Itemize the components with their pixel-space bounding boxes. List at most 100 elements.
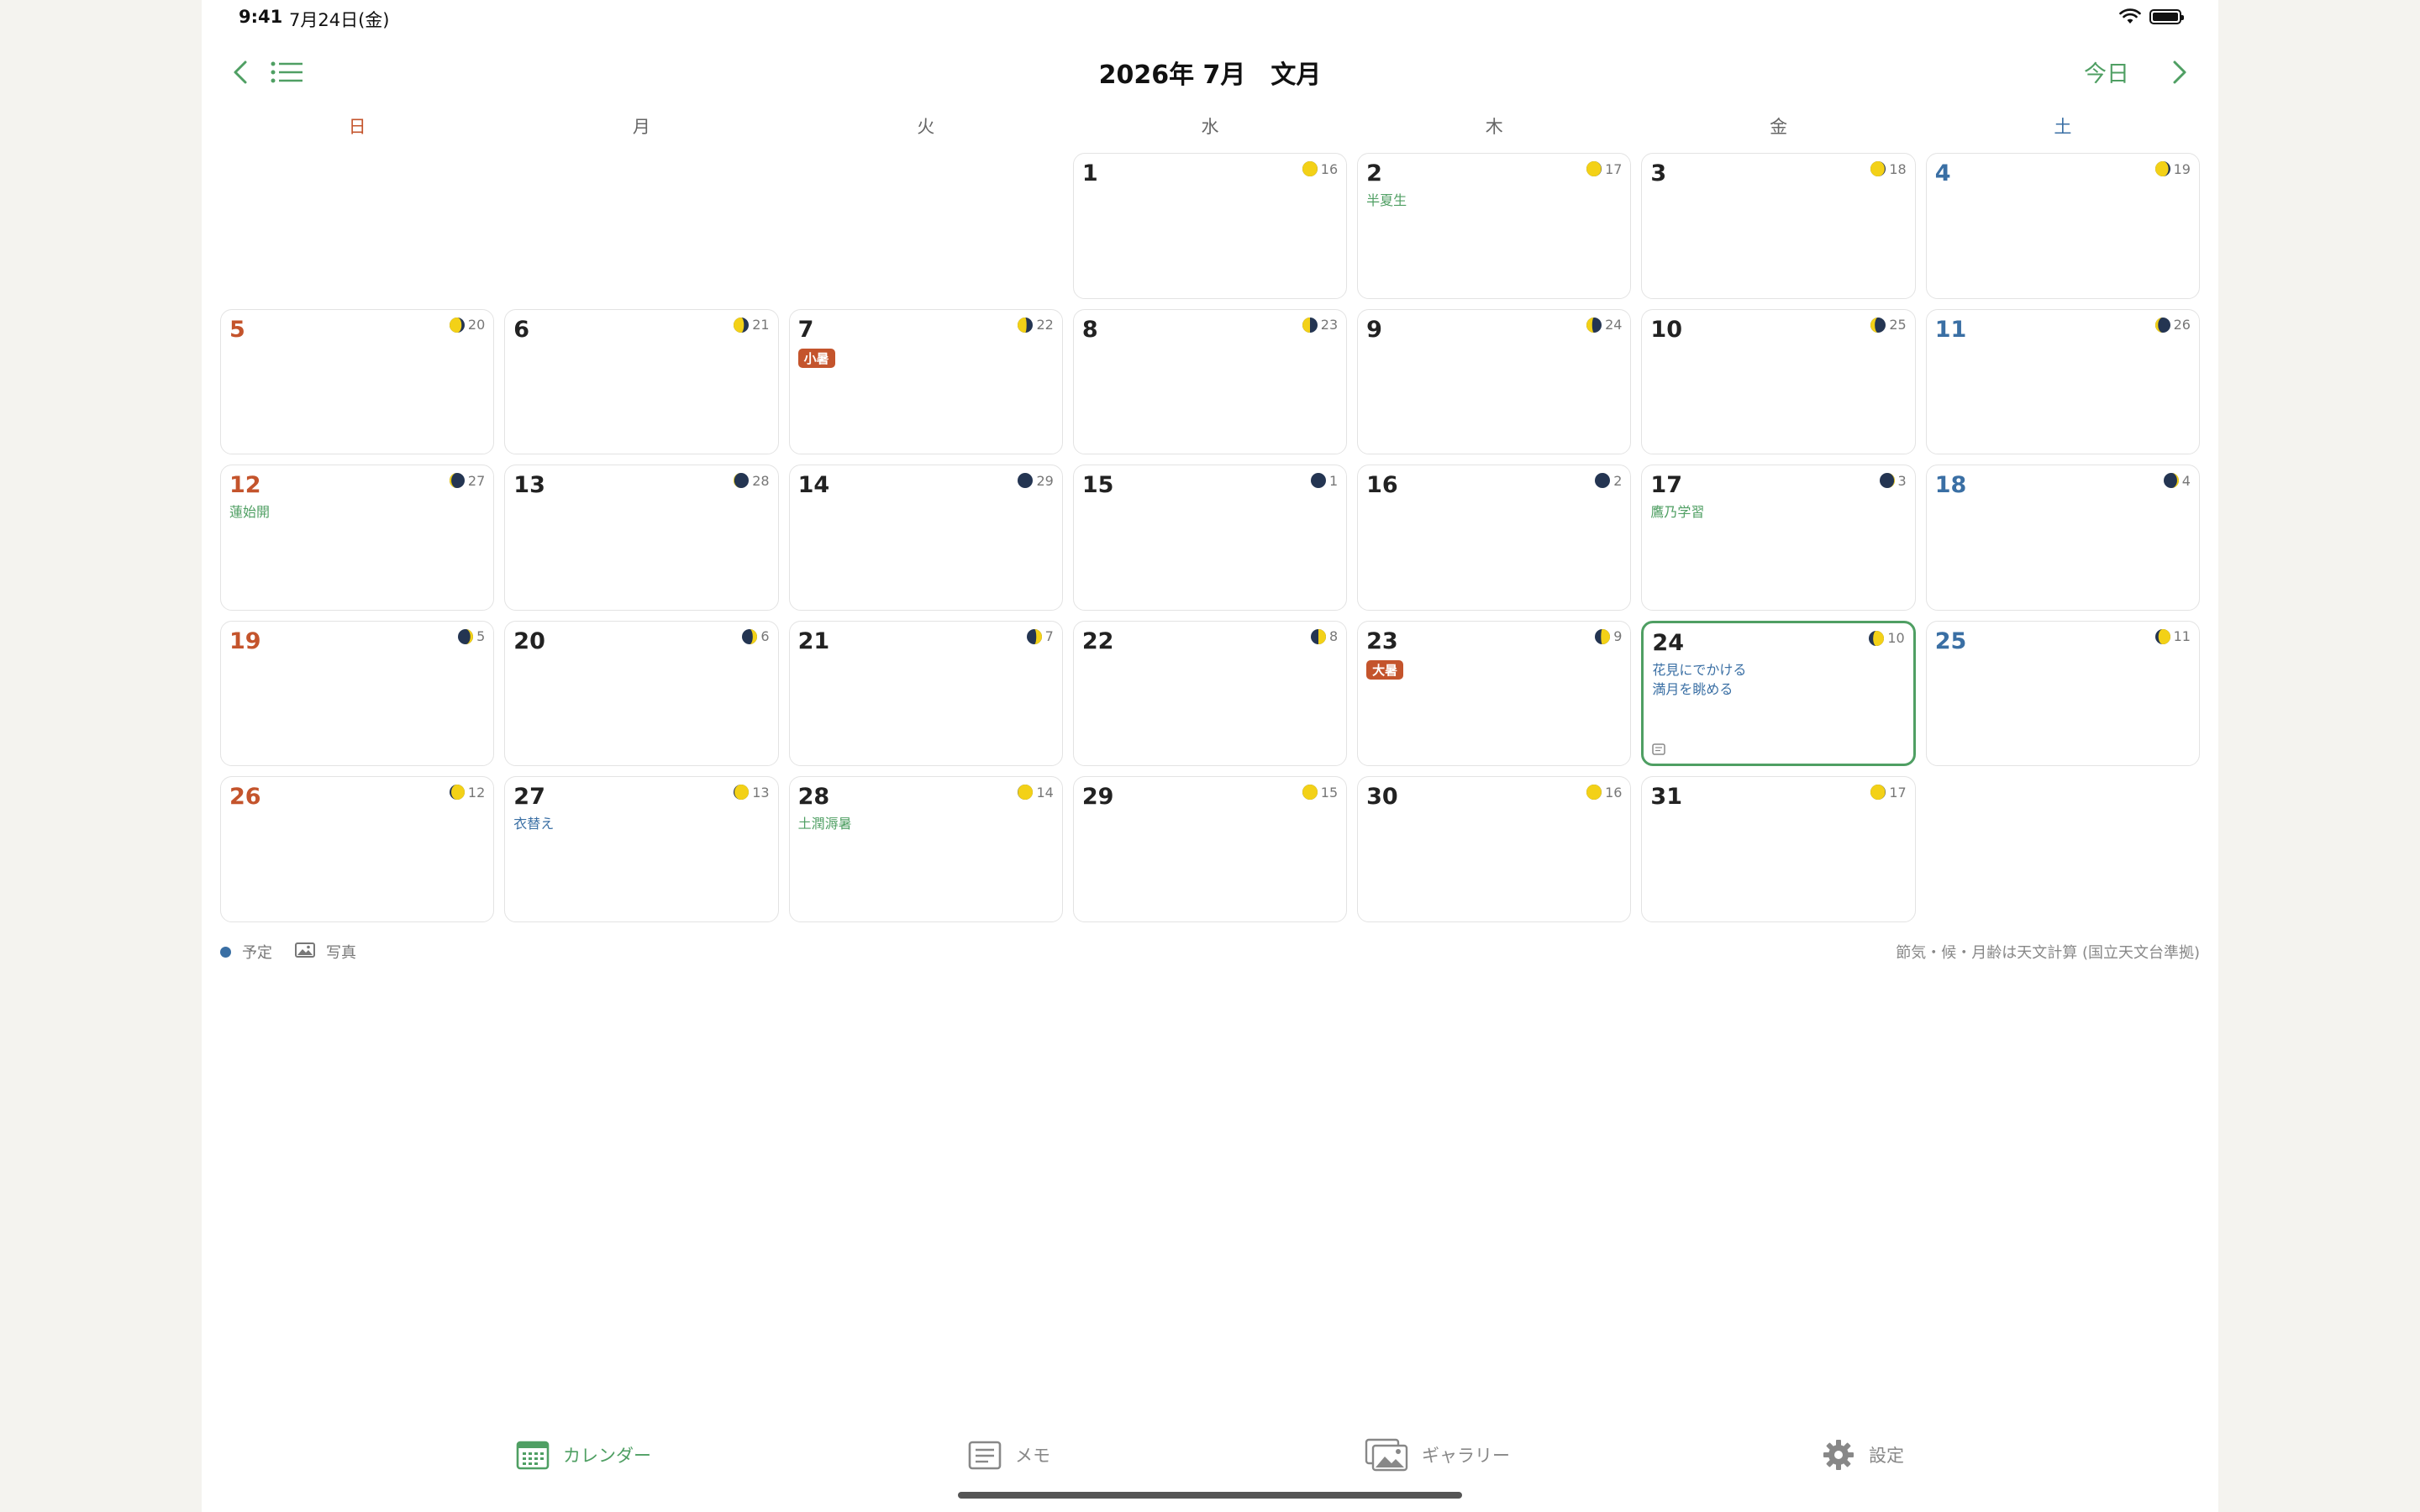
moon-age-value: 24 bbox=[1605, 317, 1623, 333]
day-cell[interactable]: 16 2 bbox=[1357, 465, 1632, 611]
today-button[interactable]: 今日 bbox=[2084, 55, 2129, 88]
moon-phase-icon bbox=[449, 473, 465, 489]
weekday-label: 木 bbox=[1485, 117, 1503, 137]
day-cell[interactable]: 3 18 bbox=[1641, 153, 1916, 299]
day-cell[interactable]: 21 7 bbox=[788, 620, 1063, 767]
cell-notes: 小暑 bbox=[797, 347, 1055, 368]
day-cell[interactable]: 27 13 衣替え bbox=[504, 776, 779, 922]
moon-phase-icon bbox=[2163, 473, 2179, 489]
day-cell[interactable]: 19 5 bbox=[220, 620, 495, 767]
next-month-button[interactable] bbox=[2163, 57, 2193, 87]
moon-phase-icon bbox=[1302, 785, 1318, 801]
moon-age: 1 bbox=[1310, 472, 1338, 489]
moon-phase-icon bbox=[1870, 785, 1886, 801]
moon-phase-icon bbox=[1018, 785, 1034, 801]
moon-age-value: 7 bbox=[1044, 628, 1054, 645]
moon-phase-icon bbox=[1586, 785, 1602, 801]
calendar-grid: 1 16 2 17 半夏生 3 18 4 19 5 20 6 21 7 22 小暑 8 23 9 24 10 25 11 26… bbox=[220, 153, 2200, 922]
battery-icon bbox=[2149, 9, 2184, 24]
day-cell[interactable]: 25 11 bbox=[1925, 620, 2200, 767]
day-cell[interactable]: 9 24 bbox=[1357, 308, 1632, 455]
page-title: 2026年 7月 文月 bbox=[1098, 60, 1322, 90]
day-cell[interactable]: 2 17 半夏生 bbox=[1357, 153, 1632, 299]
day-number: 30 bbox=[1366, 784, 1398, 811]
day-number: 10 bbox=[1650, 316, 1682, 343]
day-cell[interactable]: 10 25 bbox=[1641, 308, 1916, 455]
moon-age: 26 bbox=[2154, 317, 2191, 333]
moon-phase-icon bbox=[734, 785, 750, 801]
day-cell[interactable]: 15 1 bbox=[1072, 465, 1348, 611]
day-cell[interactable]: 1 16 bbox=[1072, 153, 1348, 299]
moon-phase-icon bbox=[1018, 473, 1034, 489]
day-cell[interactable]: 17 3 鷹乃学習 bbox=[1641, 465, 1916, 611]
moon-phase-icon bbox=[1018, 317, 1034, 333]
wifi-icon bbox=[2119, 8, 2141, 24]
moon-age: 21 bbox=[733, 317, 770, 333]
photo-icon bbox=[295, 942, 315, 958]
moon-age-value: 16 bbox=[1320, 160, 1339, 177]
day-number: 13 bbox=[513, 472, 545, 499]
day-cell[interactable]: 23 9 大暑 bbox=[1357, 620, 1632, 767]
moon-age-value: 16 bbox=[1605, 784, 1623, 801]
day-number: 7 bbox=[797, 316, 814, 343]
day-cell[interactable]: 31 17 bbox=[1641, 776, 1916, 922]
moon-phase-icon bbox=[1310, 628, 1326, 644]
day-cell[interactable]: 8 23 bbox=[1072, 308, 1348, 455]
cell-notes: 鷹乃学習 bbox=[1650, 502, 1907, 522]
moon-age-value: 5 bbox=[476, 628, 486, 645]
event-note: 花見にでかける bbox=[1652, 661, 1747, 678]
day-cell-today[interactable]: 24 10 花見にでかける 満月を眺める bbox=[1641, 620, 1916, 767]
moon-age-value: 13 bbox=[752, 784, 770, 801]
day-cell[interactable]: 6 21 bbox=[504, 308, 779, 455]
moon-phase-icon bbox=[2154, 628, 2170, 644]
moon-age: 17 bbox=[1870, 784, 1907, 801]
day-cell[interactable]: 30 16 bbox=[1357, 776, 1632, 922]
moon-age: 3 bbox=[1879, 472, 1907, 489]
moon-age-value: 4 bbox=[2181, 472, 2191, 489]
moon-age: 11 bbox=[2154, 628, 2191, 645]
day-cell[interactable]: 7 22 小暑 bbox=[788, 308, 1063, 455]
empty-cell bbox=[789, 153, 1063, 299]
day-number: 4 bbox=[1934, 160, 1951, 186]
moon-age: 7 bbox=[1026, 628, 1054, 645]
day-cell[interactable]: 28 14 土潤溽暑 bbox=[788, 776, 1063, 922]
day-cell[interactable]: 14 29 bbox=[788, 465, 1063, 611]
moon-age-value: 12 bbox=[467, 784, 486, 801]
moon-age: 17 bbox=[1586, 160, 1622, 177]
event-note: 衣替え bbox=[513, 816, 555, 832]
day-number: 24 bbox=[1652, 629, 1684, 656]
tab-calendar[interactable]: カレンダー bbox=[516, 1436, 651, 1473]
day-cell[interactable]: 11 26 bbox=[1925, 308, 2200, 455]
day-number: 12 bbox=[229, 472, 261, 499]
day-cell[interactable]: 22 8 bbox=[1072, 620, 1348, 767]
moon-phase-icon bbox=[1870, 317, 1886, 333]
day-number: 8 bbox=[1081, 316, 1098, 343]
moon-age: 27 bbox=[449, 472, 485, 489]
moon-age-value: 11 bbox=[2173, 628, 2191, 645]
day-cell[interactable]: 18 4 bbox=[1925, 465, 2200, 611]
tab-settings[interactable]: 設定 bbox=[1822, 1436, 1904, 1473]
day-cell[interactable]: 4 19 bbox=[1925, 153, 2200, 299]
gear-icon bbox=[1823, 1440, 1854, 1470]
moon-age-value: 10 bbox=[1887, 630, 1905, 647]
moon-age-value: 21 bbox=[752, 317, 770, 333]
day-cell[interactable]: 20 6 bbox=[504, 620, 779, 767]
day-cell[interactable]: 5 20 bbox=[220, 308, 495, 455]
day-number: 18 bbox=[1934, 472, 1967, 499]
day-cell[interactable]: 13 28 bbox=[504, 465, 779, 611]
moon-phase-icon bbox=[1302, 161, 1318, 176]
moon-age-value: 3 bbox=[1897, 472, 1907, 489]
moon-phase-icon bbox=[2154, 161, 2170, 176]
tab-gallery[interactable]: ギャラリー bbox=[1365, 1436, 1510, 1473]
day-cell[interactable]: 29 15 bbox=[1072, 776, 1348, 922]
day-cell[interactable]: 26 12 bbox=[220, 776, 495, 922]
day-number: 3 bbox=[1650, 160, 1667, 186]
tab-memo[interactable]: メモ bbox=[968, 1436, 1050, 1473]
moon-age: 25 bbox=[1870, 317, 1907, 333]
moon-age: 6 bbox=[741, 628, 770, 645]
day-cell[interactable]: 12 27 蓮始開 bbox=[220, 465, 495, 611]
sekki-badge: 大暑 bbox=[1366, 659, 1404, 680]
moon-age-value: 28 bbox=[752, 472, 770, 489]
moon-age: 22 bbox=[1017, 317, 1054, 333]
moon-phase-icon bbox=[449, 785, 465, 801]
